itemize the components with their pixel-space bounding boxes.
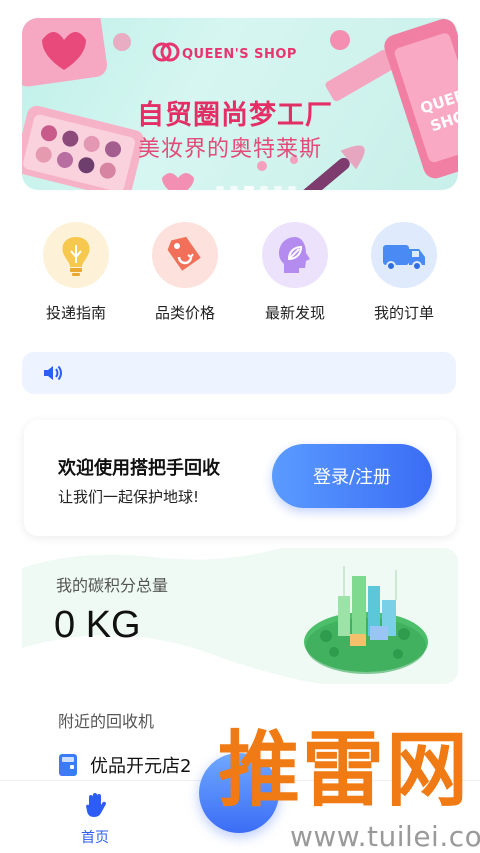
scan-button[interactable]	[199, 753, 279, 833]
tab-home-label: 首页	[81, 830, 109, 846]
recycling-station-item[interactable]: 优品开元店2	[58, 752, 191, 778]
login-register-button[interactable]: 登录/注册	[272, 444, 432, 508]
tab-home[interactable]: 首页	[60, 791, 130, 847]
banner-pagination	[216, 186, 296, 190]
quick-link-latest-discovery[interactable]: 最新发现	[240, 222, 350, 323]
recycling-machine-icon	[59, 754, 77, 776]
bottom-tab-bar: 首页	[0, 753, 480, 853]
promo-banner[interactable]: QUEEN SHOP QUEEN'S SHOP 自贸圈尚梦工厂 美妆界的奥特莱斯	[22, 18, 458, 190]
pagination-dot	[274, 186, 282, 190]
welcome-subtitle: 让我们一起保护地球!	[58, 488, 200, 506]
quick-link-label: 我的订单	[373, 304, 434, 322]
app-screen: QUEEN SHOP QUEEN'S SHOP 自贸圈尚梦工厂 美妆界的奥特莱斯	[0, 0, 480, 853]
price-tag-icon	[152, 222, 218, 288]
pagination-dot	[260, 186, 268, 190]
quick-link-label: 最新发现	[264, 304, 325, 322]
quick-links: 投递指南 品类价格 最新发现 我的订单	[0, 222, 480, 332]
carbon-value: 0 KG	[54, 604, 141, 646]
pagination-dot	[230, 186, 238, 190]
lightbulb-icon	[43, 222, 109, 288]
banner-brand: QUEEN'S SHOP	[182, 47, 297, 62]
speaker-icon	[44, 365, 62, 381]
login-card: 欢迎使用搭把手回收 让我们一起保护地球! 登录/注册	[24, 420, 456, 536]
notice-bar[interactable]	[22, 352, 456, 394]
hand-icon	[86, 793, 107, 817]
banner-headline: 自贸圈尚梦工厂	[137, 100, 333, 131]
welcome-title: 欢迎使用搭把手回收	[58, 458, 220, 479]
quick-link-my-orders[interactable]: 我的订单	[349, 222, 459, 323]
pagination-dot-active	[244, 186, 254, 190]
leaf-head-icon	[262, 222, 328, 288]
quick-link-delivery-guide[interactable]: 投递指南	[21, 222, 131, 323]
station-name: 优品开元店2	[90, 756, 192, 777]
pagination-dot	[288, 186, 296, 190]
quick-link-label: 品类价格	[154, 304, 215, 322]
quick-link-label: 投递指南	[45, 304, 106, 322]
pagination-dot	[216, 186, 224, 190]
quick-link-category-price[interactable]: 品类价格	[130, 222, 240, 323]
nearby-title: 附近的回收机	[58, 712, 155, 731]
truck-icon	[371, 222, 437, 288]
carbon-credit-card[interactable]: 我的碳积分总量 0 KG	[22, 548, 458, 684]
carbon-label: 我的碳积分总量	[56, 576, 169, 595]
banner-subline: 美妆界的奥特莱斯	[138, 137, 323, 162]
